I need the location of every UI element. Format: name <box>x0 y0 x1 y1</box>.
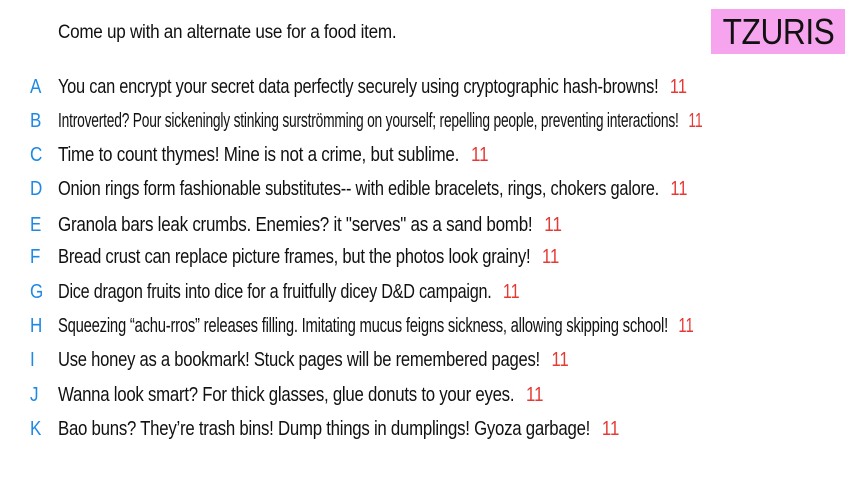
answer-score: 11 <box>526 383 544 406</box>
answer-text: Granola bars leak crumbs. Enemies? it "s… <box>58 213 533 236</box>
answer-score: 11 <box>502 280 520 303</box>
answer-letter: I <box>30 348 35 371</box>
answer-text: Introverted? Pour sickeningly stinking s… <box>58 109 679 132</box>
answer-text: Dice dragon fruits into dice for a fruit… <box>58 280 492 303</box>
answer-text: Wanna look smart? For thick glasses, glu… <box>58 383 515 406</box>
answer-score: 11 <box>601 417 620 440</box>
answer-text: You can encrypt your secret data perfect… <box>58 75 659 98</box>
answer-letter: E <box>30 213 42 236</box>
answer-score: 11 <box>688 109 703 132</box>
answer-text: Squeezing “achu-rros” releases filling. … <box>58 314 669 337</box>
answer-list: A You can encrypt your secret data perfe… <box>0 0 853 480</box>
answer-score: 11 <box>669 75 687 98</box>
answer-score: 11 <box>470 143 489 166</box>
answer-letter: F <box>30 245 41 268</box>
answer-text: Bread crust can replace picture frames, … <box>58 245 531 268</box>
answer-text: Bao buns? They’re trash bins! Dump thing… <box>58 417 591 440</box>
answer-letter: G <box>30 280 44 303</box>
answer-score: 11 <box>551 348 569 371</box>
answer-text: Use honey as a bookmark! Stuck pages wil… <box>58 348 540 371</box>
answer-text: Onion rings form fashionable substitutes… <box>58 177 659 200</box>
answer-letter: A <box>30 75 42 98</box>
answer-letter: J <box>30 383 39 406</box>
answer-score: 11 <box>670 177 688 200</box>
answer-score: 11 <box>678 314 694 337</box>
answer-letter: B <box>30 109 42 132</box>
answer-letter: C <box>30 143 43 166</box>
answer-letter: D <box>30 177 43 200</box>
answer-letter: K <box>30 417 42 440</box>
answer-score: 11 <box>541 245 560 268</box>
answer-letter: H <box>30 314 43 337</box>
answer-text: Time to count thymes! Mine is not a crim… <box>58 143 460 166</box>
answer-score: 11 <box>544 213 562 236</box>
